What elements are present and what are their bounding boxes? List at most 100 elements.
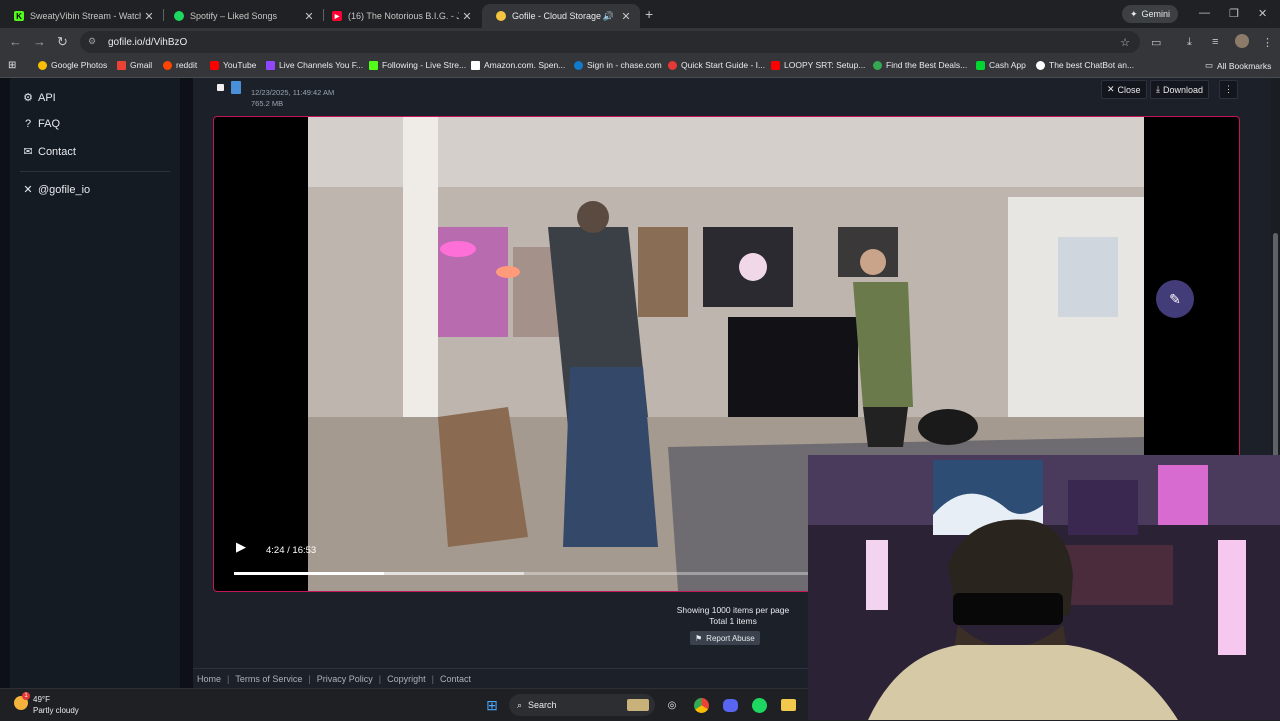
bookmark-label: Google Photos xyxy=(51,60,108,70)
weather-desc: Partly cloudy xyxy=(33,706,79,715)
quick-start-icon xyxy=(668,60,677,70)
close-icon[interactable]: ✕ xyxy=(459,10,475,23)
reload-icon[interactable]: ↻ xyxy=(57,34,68,50)
edit-pencil-button[interactable]: ✎ xyxy=(1156,280,1194,318)
bookmark-label: Amazon.com. Spen... xyxy=(484,60,566,70)
total-items-text: Total 1 items xyxy=(709,616,757,626)
discord-icon[interactable] xyxy=(721,696,739,714)
reddit-icon xyxy=(163,60,172,70)
close-icon[interactable]: ✕ xyxy=(618,10,634,23)
forward-icon[interactable]: → xyxy=(33,34,46,49)
close-button-label: Close xyxy=(1117,84,1141,95)
profile-avatar[interactable] xyxy=(1235,34,1249,48)
tab-spotify[interactable]: Spotify – Liked Songs ✕ xyxy=(160,4,323,28)
apps-grid-icon[interactable]: ⊞ xyxy=(8,60,16,71)
footer-link-contact[interactable]: Contact xyxy=(440,674,471,684)
sidebar-item-api[interactable]: ⚙ API xyxy=(22,91,56,105)
sidebar-item-contact[interactable]: ✉ Contact xyxy=(22,145,76,159)
bookmark-google-photos[interactable]: Google Photos xyxy=(38,60,107,70)
close-button[interactable]: ✕ Close xyxy=(1101,80,1147,99)
address-bar[interactable]: ⚙ gofile.io/d/VihBzO ☆ xyxy=(80,31,1140,53)
footer-link-terms[interactable]: Terms of Service xyxy=(235,674,302,684)
download-button[interactable]: ⤓ Download xyxy=(1150,80,1210,99)
bookmark-cash-app[interactable]: Cash App xyxy=(976,60,1026,70)
webcam-image xyxy=(808,455,1280,720)
bookmark-youtube[interactable]: YouTube xyxy=(210,60,256,70)
report-abuse-button[interactable]: ⚑ Report Abuse xyxy=(690,631,760,645)
site-info-icon[interactable]: ⚙ xyxy=(88,36,100,48)
restore-button[interactable]: ❐ xyxy=(1229,7,1239,20)
items-per-page-text: Showing 1000 items per page xyxy=(676,605,790,615)
bookmark-label: Find the Best Deals... xyxy=(886,60,968,70)
cast-icon[interactable]: ▭ xyxy=(1151,36,1161,49)
download-icon[interactable]: ⤓ xyxy=(1187,36,1192,49)
media-control-icon[interactable]: ≡ xyxy=(1212,36,1218,48)
sidebar-item-faq[interactable]: ? FAQ xyxy=(22,118,60,130)
bookmark-label: Quick Start Guide - I... xyxy=(681,60,766,70)
bookmark-kick[interactable]: Following - Live Stre... xyxy=(369,60,466,70)
sidebar-item-twitter[interactable]: ✕ @gofile_io xyxy=(22,183,90,197)
sidebar: ⚙ API ? FAQ ✉ Contact ✕ @gofile_io xyxy=(10,78,180,688)
chrome-menu-icon[interactable]: ⋮ xyxy=(1262,36,1273,49)
file-date: 12/23/2025, 11:49:42 AM xyxy=(251,88,335,97)
bookmark-loopy[interactable]: LOOPY SRT: Setup... xyxy=(771,60,865,70)
sidebar-item-label: Contact xyxy=(38,145,76,158)
bookmark-quick-start[interactable]: Quick Start Guide - I... xyxy=(668,60,765,70)
all-bookmarks[interactable]: ▭ All Bookmarks xyxy=(1205,60,1271,71)
youtube-icon xyxy=(771,60,780,70)
gemini-button[interactable]: ✦ Gemini xyxy=(1122,5,1179,23)
bookmark-label: Following - Live Stre... xyxy=(382,60,467,70)
kick-icon xyxy=(369,60,378,70)
chrome-icon[interactable] xyxy=(692,696,710,714)
close-icon[interactable]: ✕ xyxy=(301,10,317,23)
window-close-button[interactable]: ✕ xyxy=(1258,7,1267,20)
deals-icon xyxy=(873,60,882,70)
all-bookmarks-label: All Bookmarks xyxy=(1217,60,1272,71)
bookmark-reddit[interactable]: reddit xyxy=(163,60,197,70)
spotify-icon[interactable] xyxy=(750,696,768,714)
search-icon: ⌕ xyxy=(517,699,523,710)
play-button[interactable]: ▶ xyxy=(236,539,246,555)
file-menu-button[interactable]: ⋮ xyxy=(1219,80,1238,99)
footer-link-copyright[interactable]: Copyright xyxy=(387,674,426,684)
close-icon[interactable]: ✕ xyxy=(141,10,157,23)
tab-kick-stream[interactable]: K SweatyVibin Stream - Watch Li ✕ xyxy=(0,4,163,28)
windows-taskbar: 1 49°F Partly cloudy ⊞ ⌕ Search ◎ xyxy=(0,688,808,721)
tab-gofile[interactable]: Gofile - Cloud Storage Mad 🔊 ✕ xyxy=(482,4,640,28)
gemini-label: Gemini xyxy=(1141,9,1171,19)
bookmark-star-icon[interactable]: ☆ xyxy=(1120,36,1130,49)
weather-temp: 49°F xyxy=(33,695,50,704)
tab-youtube[interactable]: ▶ (16) The Notorious B.I.G. - Juicy ✕ xyxy=(318,4,481,28)
weather-widget[interactable]: 49°F Partly cloudy xyxy=(33,694,79,716)
bookmark-label: LOOPY SRT: Setup... xyxy=(784,60,866,70)
bookmark-label: YouTube xyxy=(223,60,257,70)
bookmark-label: Sign in - chase.com xyxy=(587,60,662,70)
gmail-icon xyxy=(117,60,126,70)
bookmark-gmail[interactable]: Gmail xyxy=(117,60,152,70)
new-tab-button[interactable]: + xyxy=(645,6,653,22)
audio-playing-icon[interactable]: 🔊 xyxy=(603,11,614,22)
obs-icon[interactable]: ◎ xyxy=(663,696,681,714)
bookmark-chatbot[interactable]: The best ChatBot an... xyxy=(1036,60,1134,70)
bookmark-chase[interactable]: Sign in - chase.com xyxy=(574,60,662,70)
windows-start-icon[interactable]: ⊞ xyxy=(483,696,501,714)
footer-link-home[interactable]: Home xyxy=(197,674,221,684)
gears-icon: ⚙ xyxy=(23,92,33,104)
bookmarks-bar: ⊞ Google Photos Gmail reddit YouTube Liv… xyxy=(0,56,1280,78)
taskbar-search[interactable]: ⌕ Search xyxy=(509,694,655,716)
tab-strip: K SweatyVibin Stream - Watch Li ✕ Spotif… xyxy=(0,0,1280,28)
back-icon[interactable]: ← xyxy=(9,34,22,49)
envelope-icon: ✉ xyxy=(23,146,33,158)
seek-bar[interactable] xyxy=(234,572,809,575)
minimize-button[interactable]: — xyxy=(1199,7,1210,19)
folder-icon: ▭ xyxy=(1205,60,1214,70)
weather-alert-badge: 1 xyxy=(22,692,30,700)
bookmark-amazon[interactable]: Amazon.com. Spen... xyxy=(471,60,565,70)
bookmark-twitch[interactable]: Live Channels You F... xyxy=(266,60,363,70)
file-explorer-icon[interactable] xyxy=(779,696,797,714)
bookmark-deals[interactable]: Find the Best Deals... xyxy=(873,60,967,70)
chase-icon xyxy=(574,60,583,70)
footer-link-privacy[interactable]: Privacy Policy xyxy=(317,674,373,684)
x-logo-icon: ✕ xyxy=(23,184,33,196)
file-select-checkbox[interactable] xyxy=(217,84,224,91)
